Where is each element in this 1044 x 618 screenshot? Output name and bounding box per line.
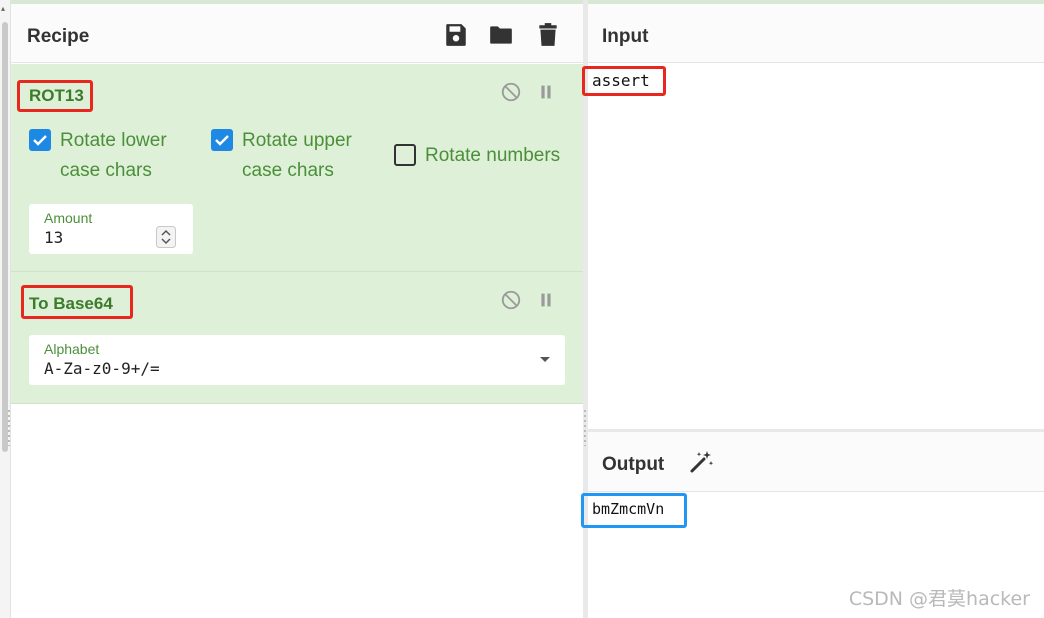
watermark: CSDN @君莫hacker xyxy=(848,588,1030,610)
option-rotate-lower[interactable]: Rotate lower case chars xyxy=(29,126,167,186)
amount-label: Amount xyxy=(44,210,93,226)
recipe-title: Recipe xyxy=(27,26,90,47)
input-header: Input xyxy=(588,0,1044,63)
dropdown-arrow-icon[interactable] xyxy=(538,355,552,365)
cyberchef-window: ▴ Recipe ROT13 Rotate lower case chars R… xyxy=(0,0,1044,618)
amount-field[interactable]: Amount 13 xyxy=(29,204,193,254)
output-title: Output xyxy=(602,454,665,475)
alphabet-value: A-Za-z0-9+/= xyxy=(44,359,160,378)
alphabet-label: Alphabet xyxy=(44,341,100,357)
highlight-box xyxy=(21,285,133,319)
option-rotate-numbers[interactable]: Rotate numbers xyxy=(394,141,560,171)
checkmark-icon xyxy=(33,135,47,146)
checkbox-unchecked[interactable] xyxy=(394,144,416,166)
spinner-icon[interactable] xyxy=(156,226,176,248)
io-pane: Input assert Output bmZmcmVn xyxy=(581,0,1044,618)
highlight-box xyxy=(581,493,687,528)
save-icon[interactable] xyxy=(443,22,469,48)
highlight-box xyxy=(582,66,666,96)
highlight-box xyxy=(17,80,93,112)
option-label: Rotate lower case chars xyxy=(60,130,167,181)
scroll-up-arrow-icon[interactable]: ▴ xyxy=(1,4,5,13)
input-title: Input xyxy=(602,26,649,47)
checkbox-checked[interactable] xyxy=(211,129,233,151)
recipe-pane: Recipe ROT13 Rotate lower case chars Rot… xyxy=(11,0,583,618)
disable-icon[interactable] xyxy=(500,289,522,311)
alphabet-select[interactable]: Alphabet A-Za-z0-9+/= xyxy=(29,335,565,385)
option-rotate-upper[interactable]: Rotate upper case chars xyxy=(211,126,352,186)
pause-icon[interactable] xyxy=(535,289,557,311)
scrollbar-thumb[interactable] xyxy=(2,22,8,452)
magic-wand-icon[interactable] xyxy=(688,449,714,475)
folder-icon[interactable] xyxy=(488,22,514,48)
option-label: Rotate numbers xyxy=(425,145,561,166)
pause-icon[interactable] xyxy=(535,81,557,103)
left-scrollbar[interactable]: ▴ xyxy=(0,0,11,618)
splitter-handle[interactable] xyxy=(8,410,10,446)
operation-to-base64[interactable]: To Base64 Alphabet A-Za-z0-9+/= xyxy=(11,272,583,404)
recipe-header: Recipe xyxy=(11,0,583,63)
trash-icon[interactable] xyxy=(535,22,561,48)
operation-rot13[interactable]: ROT13 Rotate lower case chars Rotate upp… xyxy=(11,64,583,272)
checkbox-checked[interactable] xyxy=(29,129,51,151)
disable-icon[interactable] xyxy=(500,81,522,103)
output-header: Output xyxy=(588,429,1044,492)
option-label: Rotate upper case chars xyxy=(242,130,352,181)
checkmark-icon xyxy=(215,135,229,146)
amount-value[interactable]: 13 xyxy=(44,228,63,247)
